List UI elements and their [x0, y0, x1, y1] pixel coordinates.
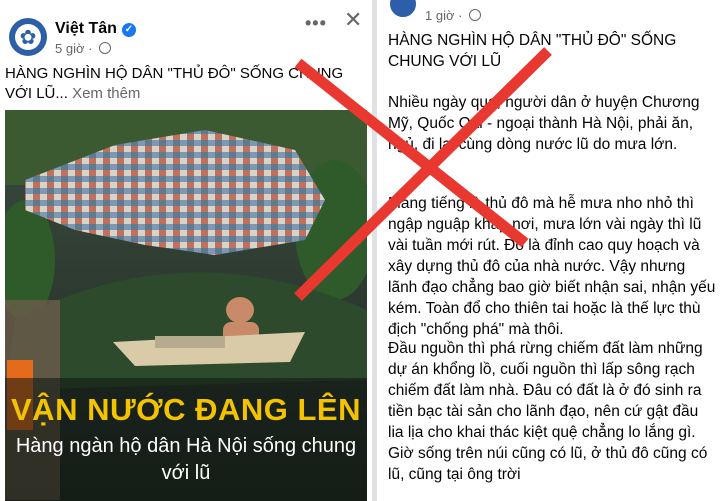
image-subtitle: Hàng ngàn hộ dân Hà Nội sống chung với l… — [15, 435, 357, 484]
caption-text: HÀNG NGHÌN HỘ DÂN "THỦ ĐÔ" SỐNG CHUNG VỚ… — [5, 65, 344, 102]
see-more-link[interactable]: Xem thêm — [72, 85, 140, 102]
post-paragraph-3: Đầu nguồn thì phá rừng chiếm đất làm nhữ… — [388, 340, 708, 483]
globe-icon — [469, 9, 482, 21]
image-headline: VẬN NƯỚC ĐANG LÊN — [11, 392, 361, 427]
page-name-link[interactable]: Việt Tân ✓ — [55, 20, 136, 38]
post-meta: 1 giờ · — [425, 8, 482, 23]
post-time[interactable]: 1 giờ — [425, 8, 455, 23]
page-avatar[interactable]: ✿ — [9, 18, 47, 56]
flower-logo-icon: ✿ — [15, 24, 41, 50]
post-time[interactable]: 5 giờ — [55, 41, 85, 56]
post-paragraph-2: Mang tiếng là thủ đô mà hễ mưa nho nhỏ t… — [388, 195, 716, 338]
globe-icon — [99, 42, 112, 54]
right-post-card: 1 giờ · HÀNG NGHÌN HỘ DÂN "THỦ ĐÔ" SỐNG … — [377, 0, 720, 501]
more-icon[interactable]: ••• — [305, 13, 327, 34]
close-icon[interactable]: ✕ — [344, 8, 362, 33]
post-title: HÀNG NGHÌN HỘ DÂN "THỦ ĐÔ" SỐNG CHUNG VỚ… — [388, 32, 677, 70]
page-name[interactable]: Việt Tân — [55, 20, 117, 37]
post-paragraph-1: Nhiều ngày qua, người dân ở huyện Chương… — [388, 94, 700, 153]
post-meta: 5 giờ · — [55, 41, 112, 56]
left-post-card: ✿ Việt Tân ✓ 5 giờ · ••• ✕ HÀNG NGHÌN HỘ … — [0, 0, 372, 501]
post-caption: HÀNG NGHÌN HỘ DÂN "THỦ ĐÔ" SỐNG CHUNG VỚ… — [5, 64, 367, 104]
page-avatar-small[interactable] — [387, 0, 419, 20]
verified-icon: ✓ — [121, 23, 136, 37]
